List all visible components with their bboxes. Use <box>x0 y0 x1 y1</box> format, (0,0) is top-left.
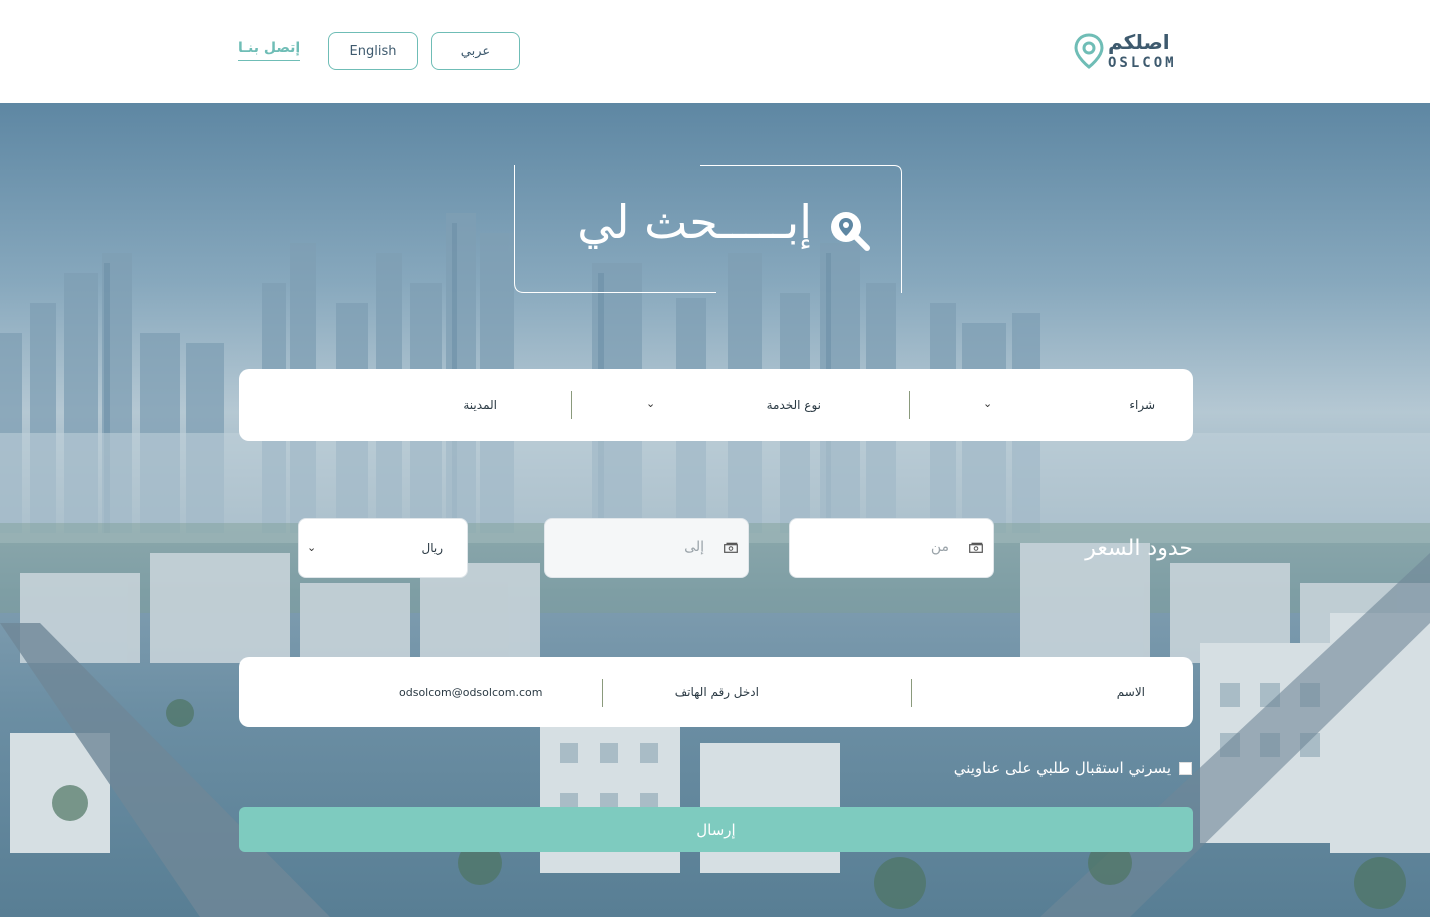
phone-placeholder: ادخل رقم الهاتف <box>674 685 759 699</box>
site-header: اصلكم OSLCOM عربي English إتصل بنـا <box>0 0 1430 103</box>
price-range-label: حدود السعر <box>1085 536 1193 561</box>
currency-value: ريال <box>421 541 443 555</box>
cash-icon <box>724 542 738 553</box>
name-placeholder: الاسم <box>1116 685 1145 699</box>
name-input[interactable]: الاسم <box>995 657 1145 727</box>
field-divider <box>571 391 572 419</box>
cash-icon <box>969 542 983 553</box>
email-input[interactable]: odsolcom@odsolcom.com <box>399 657 579 727</box>
city-placeholder: المدينة <box>463 398 497 412</box>
agree-checkbox[interactable] <box>1179 761 1192 775</box>
service-type-select[interactable]: نوع الخدمة <box>681 369 821 441</box>
purchase-select[interactable]: شراء <box>1035 369 1155 441</box>
field-divider <box>602 679 603 707</box>
arabic-language-button[interactable]: عربي <box>431 32 520 70</box>
logo-arabic-text: اصلكم <box>1108 30 1170 54</box>
search-location-icon <box>831 212 870 251</box>
price-to-placeholder: إلى <box>684 539 704 555</box>
contact-us-link[interactable]: إتصل بنـا <box>238 40 301 61</box>
english-language-button[interactable]: English <box>328 32 418 70</box>
oslcom-logo[interactable]: اصلكم OSLCOM <box>1074 30 1196 72</box>
email-placeholder: odsolcom@odsolcom.com <box>399 685 543 699</box>
price-to-input[interactable]: إلى <box>544 518 749 578</box>
submit-button[interactable]: إرسال <box>239 807 1193 852</box>
currency-select[interactable]: ريال ⌄ <box>298 518 468 578</box>
search-filter-bar: شراء ⌄ نوع الخدمة ⌄ المدينة <box>239 369 1193 441</box>
field-divider <box>911 679 912 707</box>
chevron-down-icon: ⌄ <box>307 541 317 554</box>
chevron-down-icon[interactable]: ⌄ <box>646 397 655 410</box>
price-from-placeholder: من <box>930 539 949 555</box>
hero-section: إبـــــحث لي شراء ⌄ نوع الخدمة ⌄ المدينة… <box>0 103 1430 917</box>
hero-title: إبـــــحث لي <box>577 195 812 249</box>
contact-info-bar: الاسم ادخل رقم الهاتف odsolcom@odsolcom.… <box>239 657 1193 727</box>
logo-english-text: OSLCOM <box>1108 55 1177 71</box>
search-title-frame: إبـــــحث لي <box>514 165 902 293</box>
city-input[interactable]: المدينة <box>357 369 497 441</box>
price-from-input[interactable]: من <box>789 518 994 578</box>
purchase-select-value: شراء <box>1129 398 1155 412</box>
phone-input[interactable]: ادخل رقم الهاتف <box>599 657 759 727</box>
chevron-down-icon[interactable]: ⌄ <box>983 397 992 410</box>
service-type-value: نوع الخدمة <box>766 398 821 412</box>
field-divider <box>909 391 910 419</box>
agree-label: يسرني استقبال طلبي على عناويني <box>953 759 1171 777</box>
agree-option[interactable]: يسرني استقبال طلبي على عناويني <box>954 759 1192 777</box>
location-pin-icon <box>1074 33 1104 69</box>
